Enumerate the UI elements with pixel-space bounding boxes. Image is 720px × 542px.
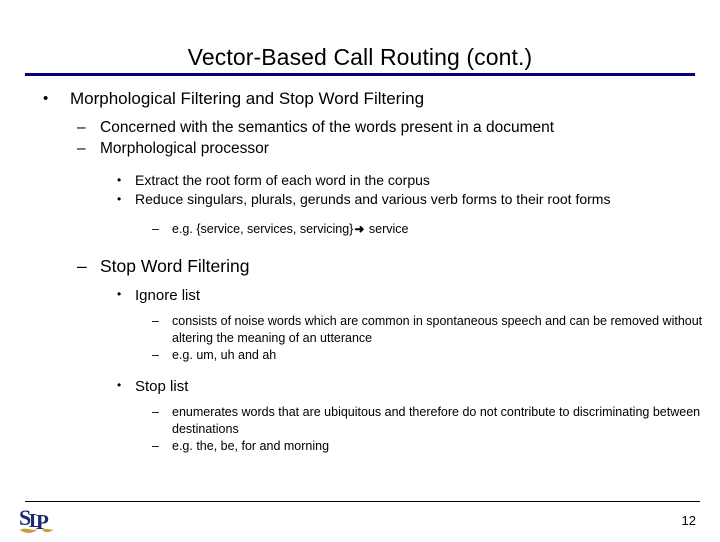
bullet-text: consists of noise words which are common… — [172, 314, 703, 345]
title-divider — [25, 73, 695, 76]
bullet-stop-word-filtering: – Stop Word Filtering — [0, 254, 720, 278]
bullet-ignore-list-example: – e.g. um, uh and ah — [0, 347, 720, 364]
bullet-marker-level4: – — [152, 348, 159, 362]
example-input: e.g. {service, services, servicing} — [172, 222, 354, 236]
bullet-morphological-filtering: • Morphological Filtering and Stop Word … — [0, 88, 720, 110]
bullet-stop-list-description: – enumerates words that are ubiquitous a… — [0, 404, 720, 438]
bullet-stop-list-example: – e.g. the, be, for and morning — [0, 438, 720, 455]
bullet-marker-level1: • — [43, 90, 49, 107]
bullet-text: Morphological Filtering and Stop Word Fi… — [70, 89, 425, 108]
example-output: service — [368, 222, 409, 236]
bullet-marker-level3: • — [117, 173, 122, 187]
page-title: Vector-Based Call Routing (cont.) — [187, 44, 533, 71]
bullet-marker-level4: – — [152, 314, 159, 328]
bullet-example-service: – e.g. {service, services, servicing}➜ s… — [0, 221, 720, 238]
bullet-text: Stop list — [135, 378, 189, 395]
bullet-text: enumerates words that are ubiquitous and… — [172, 405, 701, 436]
bullet-stop-list: • Stop list — [0, 376, 720, 397]
page-number: 12 — [681, 513, 696, 528]
bullet-marker-level2: – — [77, 119, 86, 136]
bullet-concerned-with-semantics: – Concerned with the semantics of the wo… — [0, 117, 720, 138]
bullet-text: e.g. the, be, for and morning — [172, 439, 330, 453]
bullet-morphological-processor: – Morphological processor — [0, 138, 720, 159]
bullet-marker-level4: – — [152, 222, 159, 236]
bullet-reduce-verb-forms: • Reduce singulars, plurals, gerunds and… — [0, 190, 720, 209]
bullet-marker-level3: • — [117, 287, 122, 301]
right-arrow-icon: ➜ — [354, 222, 365, 236]
bullet-marker-level2: – — [77, 256, 87, 276]
bullet-marker-level4: – — [152, 405, 159, 419]
slp-logo-icon: S L P — [19, 505, 54, 534]
bullet-text: Extract the root form of each word in th… — [135, 172, 430, 188]
bullet-marker-level3: • — [117, 192, 122, 206]
bullet-marker-level2: – — [77, 140, 86, 157]
bullet-text: Stop Word Filtering — [100, 256, 250, 276]
slide: Vector-Based Call Routing (cont.) • Morp… — [0, 0, 720, 540]
bullet-text: e.g. {service, services, servicing}➜ ser… — [172, 221, 704, 238]
bullet-extract-root-form: • Extract the root form of each word in … — [0, 171, 720, 190]
bullet-ignore-list: • Ignore list — [0, 285, 720, 306]
bullet-text: e.g. um, uh and ah — [172, 348, 277, 362]
bullet-marker-level4: – — [152, 439, 159, 453]
slide-body: • Morphological Filtering and Stop Word … — [0, 88, 720, 455]
bullet-text: Reduce singulars, plurals, gerunds and v… — [135, 191, 611, 207]
footer-divider — [25, 501, 700, 502]
bullet-text: Concerned with the semantics of the word… — [100, 119, 555, 136]
bullet-text: Morphological processor — [100, 140, 269, 157]
slp-logo: S L P — [18, 505, 64, 537]
bullet-marker-level3: • — [117, 378, 122, 392]
bullet-text: Ignore list — [135, 287, 201, 304]
bullet-ignore-list-description: – consists of noise words which are comm… — [0, 313, 720, 347]
